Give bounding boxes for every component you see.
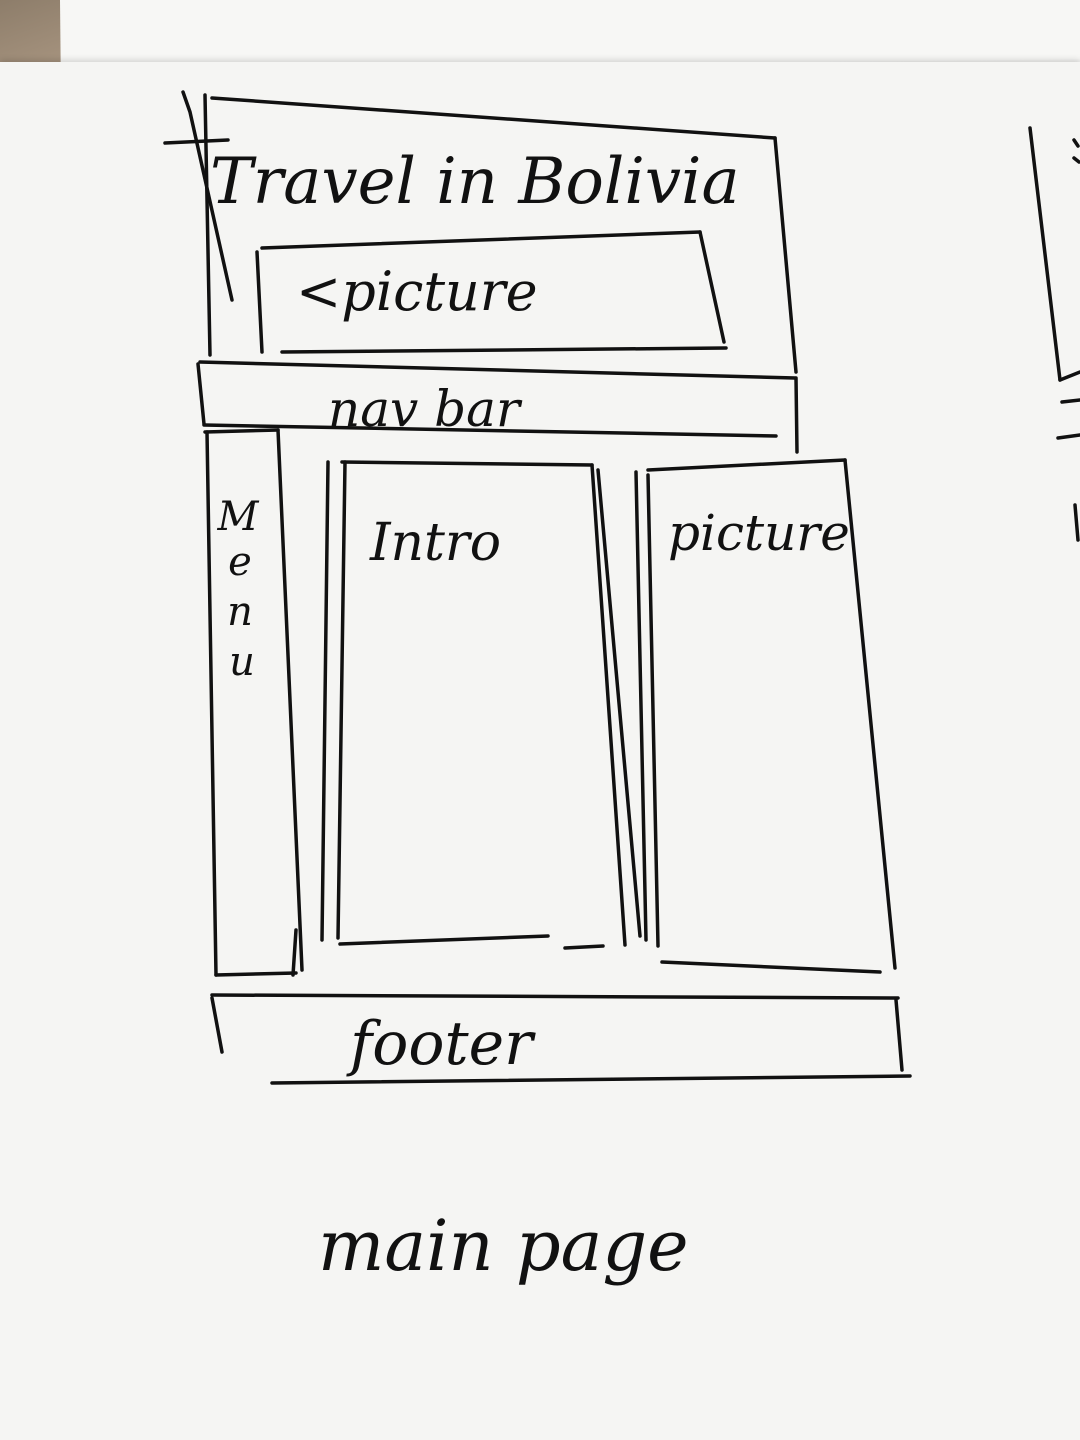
header-title-label: Travel in Bolivia — [210, 145, 740, 219]
next-sketch-edge — [1028, 126, 1080, 542]
nav-bar-label: nav bar — [328, 380, 523, 438]
intro-label: Intro — [369, 513, 501, 573]
menu-letter-u: u — [229, 639, 255, 685]
header-picture-label: <picture — [296, 260, 538, 323]
menu-letter-m: M — [217, 494, 260, 540]
side-picture-label: picture — [668, 504, 850, 562]
caption-label: main page — [318, 1205, 689, 1287]
menu-letter-e: e — [228, 539, 252, 585]
footer-box — [210, 993, 912, 1085]
footer-label: footer — [346, 1009, 536, 1079]
wireframe-sketch: Travel in Bolivia <picture nav bar M e n… — [163, 90, 1080, 1287]
menu-letter-n: n — [227, 589, 253, 635]
